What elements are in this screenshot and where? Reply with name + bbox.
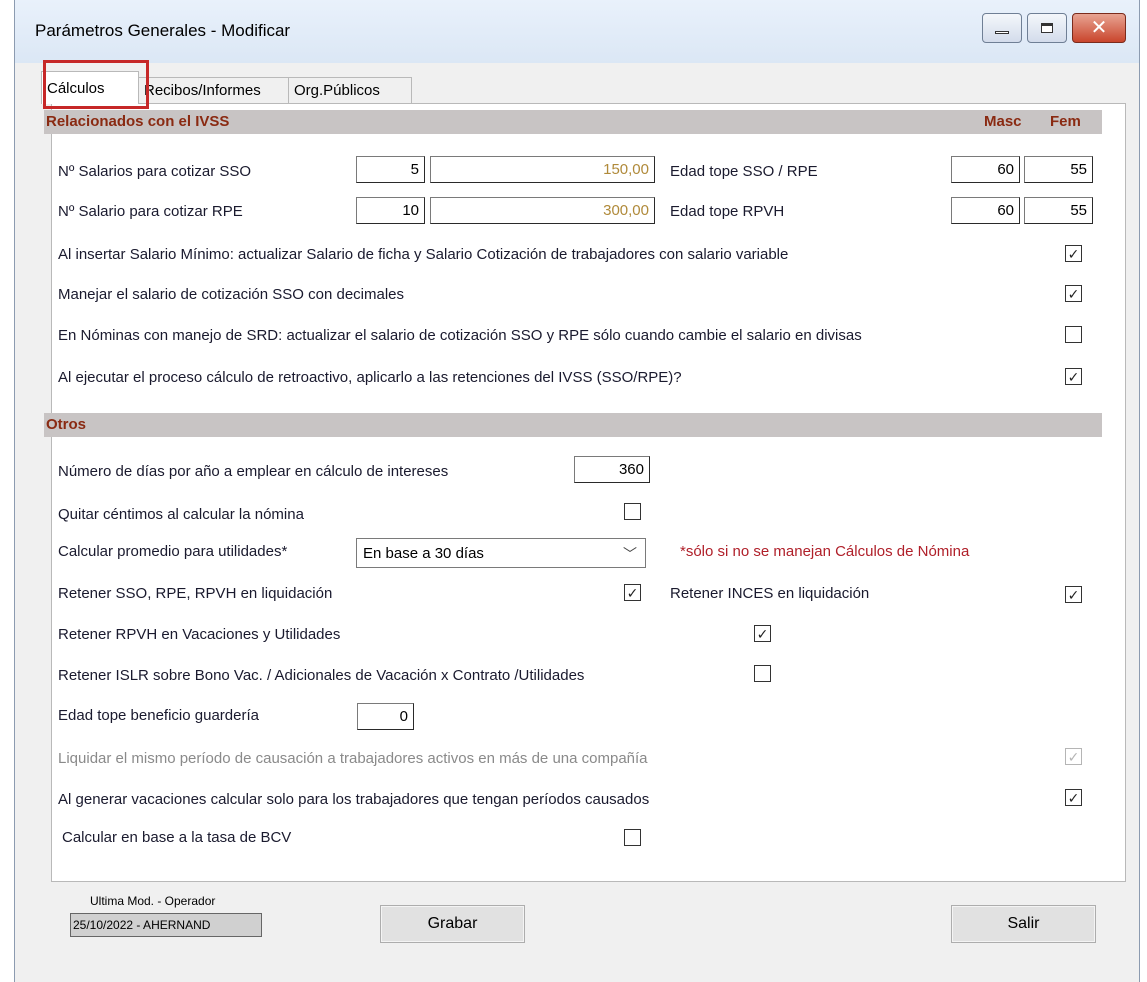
edad-tope-sso-label: Edad tope SSO / RPE <box>670 163 818 180</box>
tab-label: Recibos/Informes <box>144 82 261 99</box>
save-button[interactable]: Grabar <box>380 905 525 943</box>
exit-button[interactable]: Salir <box>951 905 1096 943</box>
edad-tope-rpvh-masc-input[interactable]: 60 <box>951 197 1020 224</box>
column-header-masc: Masc <box>984 113 1022 130</box>
checkbox-liquidar-periodo: ✓ <box>1065 748 1082 765</box>
last-mod-value: 25/10/2022 - AHERNAND <box>70 913 262 937</box>
option-label-salario-minimo: Al insertar Salario Mínimo: actualizar S… <box>58 246 789 263</box>
rpe-salaries-input[interactable]: 10 <box>356 197 425 224</box>
column-header-fem: Fem <box>1050 113 1081 130</box>
sso-salaries-label: Nº Salarios para cotizar SSO <box>58 163 252 180</box>
edad-tope-sso-masc-input[interactable]: 60 <box>951 156 1020 183</box>
sso-salaries-input[interactable]: 5 <box>356 156 425 183</box>
edad-tope-rpvh-fem-input[interactable]: 55 <box>1024 197 1093 224</box>
option-label-srd: En Nóminas con manejo de SRD: actualizar… <box>58 327 862 344</box>
tab-org-publicos[interactable]: Org.Públicos <box>288 77 412 103</box>
promedio-utilidades-label: Calcular promedio para utilidades* <box>58 543 288 560</box>
tab-label: Cálculos <box>47 80 105 97</box>
rpe-amount-field: 300,00 <box>430 197 655 224</box>
retener-sso-label: Retener SSO, RPE, RPVH en liquidación <box>58 585 333 602</box>
tab-recibos-informes[interactable]: Recibos/Informes <box>138 77 289 103</box>
close-button[interactable]: ✕ <box>1072 13 1126 43</box>
section-header-otros: Otros <box>44 413 1102 437</box>
edad-tope-rpvh-label: Edad tope RPVH <box>670 203 785 220</box>
chevron-down-icon: ﹀ <box>623 546 637 562</box>
rpe-salaries-label: Nº Salario para cotizar RPE <box>58 203 243 220</box>
dias-por-ano-input[interactable]: 360 <box>574 456 650 483</box>
promedio-utilidades-selected: En base a 30 días <box>363 545 484 562</box>
option-label-retroactivo: Al ejecutar el proceso cálculo de retroa… <box>58 369 682 386</box>
last-mod-label: Ultima Mod. - Operador <box>90 894 216 908</box>
retener-rpvh-label: Retener RPVH en Vacaciones y Utilidades <box>58 626 341 643</box>
section-title: Otros <box>46 416 87 433</box>
tasa-bcv-label: Calcular en base a la tasa de BCV <box>62 829 292 846</box>
checkbox-salario-minimo[interactable]: ✓ <box>1065 245 1082 262</box>
tab-label: Org.Públicos <box>294 82 380 99</box>
checkbox-sso-decimales[interactable]: ✓ <box>1065 285 1082 302</box>
liquidar-periodo-label: Liquidar el mismo período de causación a… <box>58 750 648 767</box>
checkbox-vacaciones-causados[interactable]: ✓ <box>1065 789 1082 806</box>
checkbox-srd[interactable] <box>1065 326 1082 343</box>
option-label-sso-decimales: Manejar el salario de cotización SSO con… <box>58 286 405 303</box>
checkbox-retroactivo[interactable]: ✓ <box>1065 368 1082 385</box>
vacaciones-causados-label: Al generar vacaciones calcular solo para… <box>58 791 650 808</box>
checkbox-retener-islr[interactable] <box>754 665 771 682</box>
dias-por-ano-label: Número de días por año a emplear en cálc… <box>58 463 449 480</box>
edad-tope-sso-fem-input[interactable]: 55 <box>1024 156 1093 183</box>
checkbox-quitar-centimos[interactable] <box>624 503 641 520</box>
maximize-button[interactable] <box>1027 13 1067 43</box>
maximize-icon <box>1041 23 1053 33</box>
checkbox-tasa-bcv[interactable] <box>624 829 641 846</box>
checkbox-retener-sso[interactable]: ✓ <box>624 584 641 601</box>
retener-islr-label: Retener ISLR sobre Bono Vac. / Adicional… <box>58 667 585 684</box>
promedio-note: *sólo si no se manejan Cálculos de Nómin… <box>680 543 970 560</box>
sso-amount-field: 150,00 <box>430 156 655 183</box>
tab-calculos[interactable]: Cálculos <box>41 71 139 104</box>
section-header-ivss: Relacionados con el IVSS Masc Fem <box>44 110 1102 134</box>
checkbox-retener-inces[interactable]: ✓ <box>1065 586 1082 603</box>
close-icon: ✕ <box>1090 17 1108 39</box>
title-bar: Parámetros Generales - Modificar ✕ <box>15 0 1139 63</box>
section-title: Relacionados con el IVSS <box>46 113 230 130</box>
quitar-centimos-label: Quitar céntimos al calcular la nómina <box>58 506 304 523</box>
edad-guarderia-input[interactable]: 0 <box>357 703 414 730</box>
retener-inces-label: Retener INCES en liquidación <box>670 585 870 602</box>
promedio-utilidades-select[interactable]: En base a 30 días ﹀ <box>356 538 646 568</box>
edad-guarderia-label: Edad tope beneficio guardería <box>58 707 259 724</box>
minimize-icon <box>995 30 1009 34</box>
minimize-button[interactable] <box>982 13 1022 43</box>
checkbox-retener-rpvh[interactable]: ✓ <box>754 625 771 642</box>
window-title: Parámetros Generales - Modificar <box>35 21 291 40</box>
